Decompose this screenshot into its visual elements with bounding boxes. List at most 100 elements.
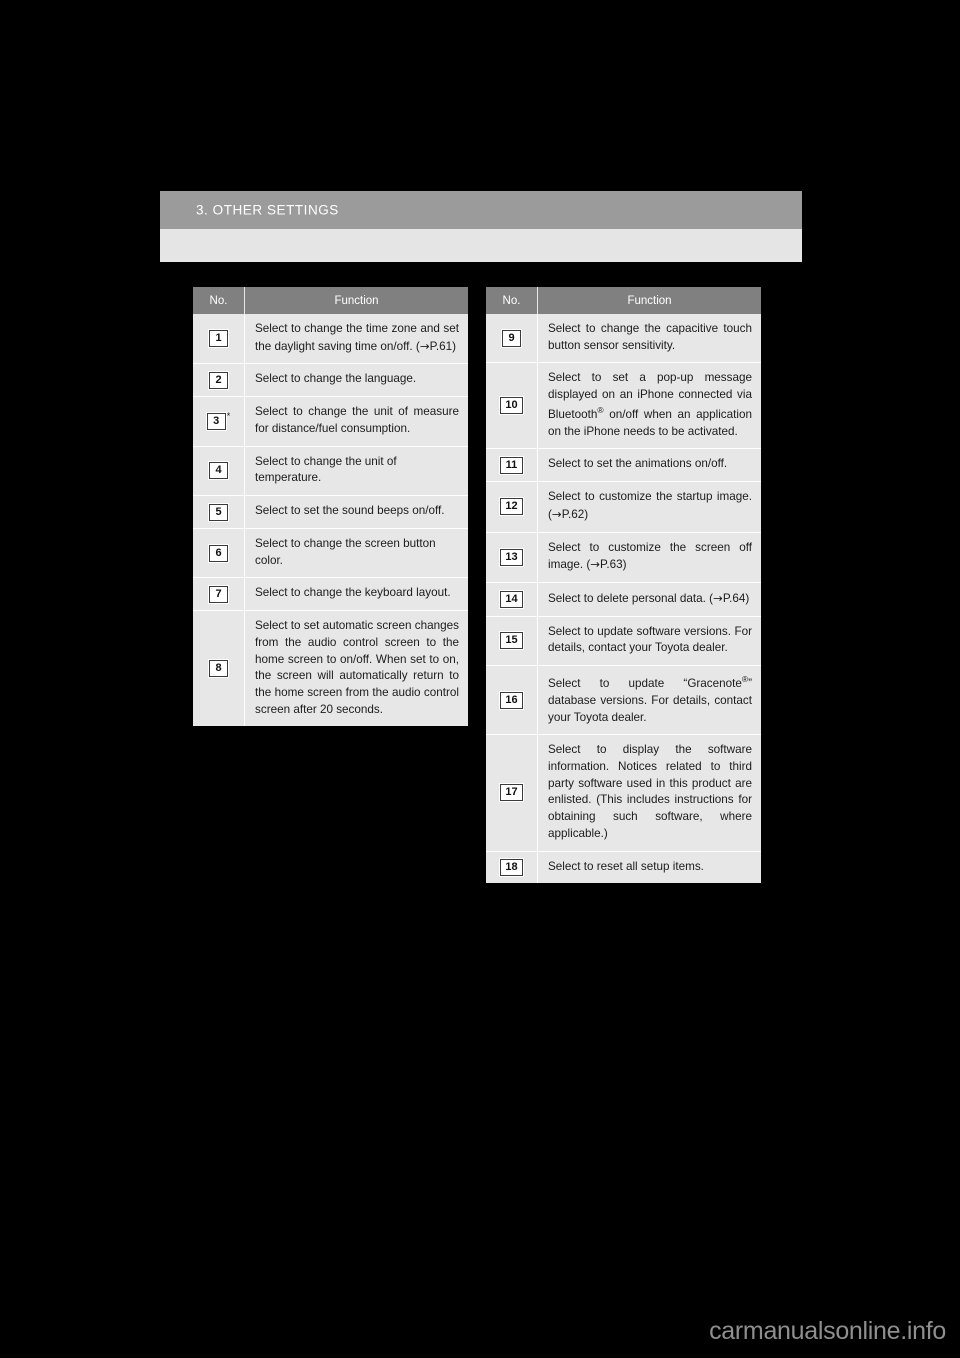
number-chip-label: 16	[499, 690, 524, 710]
table-row: 18 Select to reset all setup items.	[486, 850, 761, 884]
column-header-no: No.	[486, 287, 538, 314]
number-chip: 6	[208, 543, 229, 563]
settings-table-left: No. Function 1 Select to change the time …	[193, 287, 468, 727]
number-chip-label: 8	[208, 659, 229, 679]
table-body-left: 1 Select to change the time zone and set …	[193, 314, 468, 727]
number-chip-label: 10	[499, 396, 524, 416]
page-title: 3. OTHER SETTINGS	[196, 202, 339, 218]
row-number-cell: 10	[486, 363, 538, 449]
table-row: 12 Select to customize the startup image.…	[486, 481, 761, 532]
row-number-cell: 13	[486, 532, 538, 582]
column-header-function: Function	[627, 294, 672, 307]
row-function-cell: Select to set automatic screen changes f…	[255, 619, 459, 716]
row-function-cell: Select to delete personal data. (→P.64)	[548, 590, 750, 605]
table-row: 5 Select to set the sound beeps on/off.	[193, 495, 468, 528]
row-function-cell: Select to change the time zone and set t…	[255, 322, 459, 353]
table-row: 3 * Select to change the unit of measure f…	[193, 396, 468, 446]
number-chip-label: 1	[208, 329, 229, 349]
registered-mark: ®	[597, 404, 604, 415]
number-chip-label: 7	[208, 584, 229, 604]
page-header-subband	[160, 229, 802, 262]
row-number-cell: 12	[486, 482, 538, 532]
row-number-cell: 7	[193, 578, 245, 611]
row-function-cell: Select to change the capacitive touch bu…	[548, 322, 752, 352]
registered-mark: ®	[741, 674, 749, 685]
row-number-cell: 9	[486, 314, 538, 363]
table-row: 11 Select to set the animations on/off.	[486, 448, 761, 482]
row-function-cell: Select to update software versions. For …	[548, 624, 752, 655]
table-header-row: No. Function	[486, 287, 761, 314]
number-chip: 9	[501, 328, 522, 348]
row-function-cell: Select to set a pop-up message displayed…	[548, 371, 752, 438]
table-row: 7 Select to change the keyboard layout.	[193, 577, 468, 611]
row-function-cell: Select to update “Gracenote®” database v…	[548, 674, 752, 724]
row-number-cell: 8	[193, 611, 245, 727]
row-number-cell: 5	[193, 496, 245, 528]
page-header-band: 3. OTHER SETTINGS	[160, 191, 802, 229]
arrow-icon: →	[713, 590, 723, 605]
row-number-cell: 11	[486, 449, 538, 482]
table-row: 15 Select to update software versions. Fo…	[486, 615, 761, 666]
table-row: 13 Select to customize the screen off ima…	[486, 531, 761, 582]
arrow-icon: →	[551, 506, 562, 521]
number-chip-label: 18	[499, 858, 524, 878]
number-chip-label: 2	[208, 370, 229, 390]
row-function-cell: Select to change the screen button color…	[255, 536, 436, 567]
number-chip-label: 17	[499, 783, 524, 803]
footnote-asterisk: *	[226, 410, 231, 421]
number-chip: 15	[499, 631, 524, 651]
number-chip: 5	[208, 502, 229, 522]
row-function-cell: Select to reset all setup items.	[548, 859, 704, 873]
number-chip: 3 *	[205, 410, 231, 431]
row-number-cell: 4	[193, 446, 245, 496]
table-body-right: 9 Select to change the capacitive touch b…	[486, 314, 761, 884]
table-row: 10 Select to set a pop-up message display…	[486, 362, 761, 449]
settings-table-right: No. Function 9 Select to change the capac…	[486, 287, 761, 884]
row-number-cell: 14	[486, 582, 538, 616]
table-row: 2 Select to change the language.	[193, 363, 468, 397]
site-watermark: carmanualsonline.info	[709, 1317, 946, 1345]
number-chip: 16	[499, 690, 524, 710]
number-chip: 11	[499, 455, 524, 475]
row-number-cell: 3 *	[193, 397, 245, 446]
table-row: 16 Select to update “Gracenote®” database…	[486, 665, 761, 735]
number-chip-label: 9	[501, 328, 522, 348]
row-number-cell: 18	[486, 851, 538, 884]
table-row: 9 Select to change the capacitive touch b…	[486, 314, 761, 363]
number-chip-label: 15	[499, 631, 524, 651]
number-chip-label: 6	[208, 543, 229, 563]
number-chip: 1	[208, 329, 229, 349]
number-chip-label: 4	[208, 461, 229, 481]
number-chip: 13	[499, 547, 524, 567]
number-chip-label: 3	[205, 411, 227, 431]
table-row: 17 Select to display the software informa…	[486, 734, 761, 851]
row-function-cell: Select to change the unit of temperature…	[255, 454, 397, 485]
number-chip: 17	[499, 783, 524, 803]
row-function-cell: Select to change the keyboard layout.	[255, 586, 451, 600]
row-function-cell: Select to change the language.	[255, 372, 417, 386]
table-row: 14 Select to delete personal data. (→P.64…	[486, 581, 761, 616]
row-number-cell: 17	[486, 735, 538, 851]
number-chip: 2	[208, 370, 229, 390]
row-function-cell: Select to customize the screen off image…	[548, 540, 752, 572]
row-number-cell: 2	[193, 364, 245, 397]
arrow-icon: →	[419, 338, 430, 353]
number-chip-label: 5	[208, 502, 229, 522]
table-row: 1 Select to change the time zone and set …	[193, 314, 468, 364]
number-chip-label: 12	[499, 497, 524, 517]
row-number-cell: 16	[486, 666, 538, 735]
number-chip: 14	[499, 589, 524, 609]
number-chip: 12	[499, 497, 524, 517]
number-chip: 4	[208, 461, 229, 481]
number-chip: 18	[499, 858, 524, 878]
table-row: 6 Select to change the screen button colo…	[193, 527, 468, 578]
number-chip-label: 14	[499, 589, 524, 609]
row-function-cell: Select to change the unit of measure for…	[255, 405, 459, 435]
table-row: 8 Select to set automatic screen changes …	[193, 610, 468, 727]
row-number-cell: 1	[193, 314, 245, 364]
row-function-cell: Select to display the software informati…	[548, 743, 752, 840]
number-chip-label: 13	[499, 547, 524, 567]
row-function-cell: Select to customize the startup image. (…	[548, 490, 752, 521]
table-row: 4 Select to change the unit of temperatur…	[193, 445, 468, 496]
row-number-cell: 15	[486, 616, 538, 666]
